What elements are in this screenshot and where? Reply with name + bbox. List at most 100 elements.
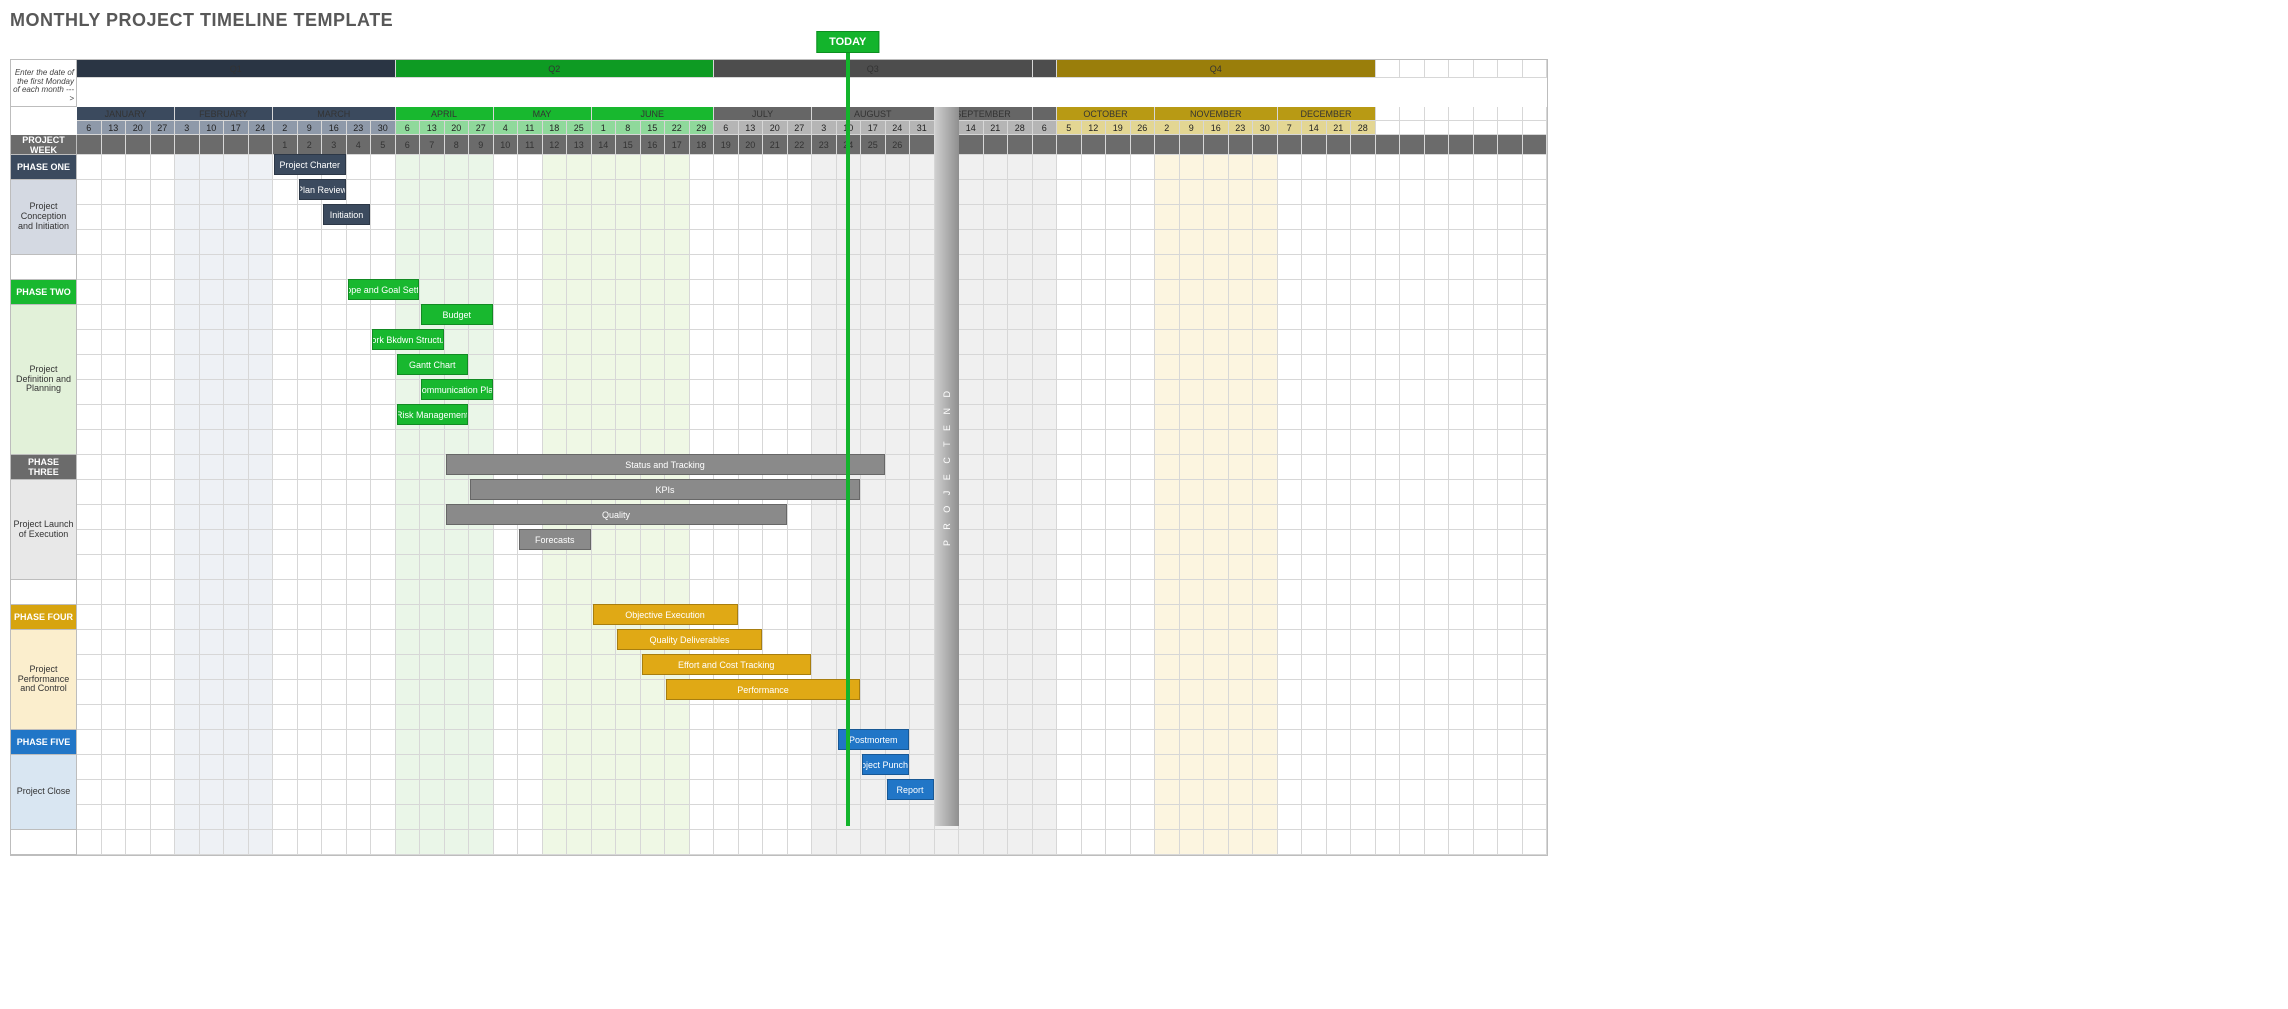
gantt-bar[interactable]: Plan Review [299,179,346,200]
date-header: 14 [1302,121,1327,135]
grid-cell [371,605,396,630]
grid-cell [224,705,249,730]
gantt-bar[interactable]: Objective Execution [593,604,738,625]
grid-cell [665,305,690,330]
grid-cell [616,680,641,705]
grid-cell [1229,230,1254,255]
grid-cell [1106,730,1131,755]
grid-cell [1474,705,1499,730]
grid-cell [959,305,984,330]
grid-cell [347,730,372,755]
grid-cell [1278,655,1303,680]
gantt-bar[interactable]: Project Punchlist [862,754,909,775]
grid-cell [592,405,617,430]
grid-cell [1474,655,1499,680]
grid-cell [886,505,911,530]
grid-cell [1253,605,1278,630]
grid-cell [1082,430,1107,455]
gantt-bar[interactable]: Performance [666,679,860,700]
gantt-bar[interactable]: Quality [446,504,787,525]
gantt-bar[interactable]: Communication Plan [421,379,493,400]
grid-cell [1229,780,1254,805]
grid-cell [910,505,935,530]
grid-cell [1106,755,1131,780]
gantt-bar[interactable]: Risk Management [397,404,469,425]
grid-cell [518,805,543,830]
grid-cell [1082,455,1107,480]
grid-cell [641,530,666,555]
grid-cell [935,380,960,405]
grid-cell [298,580,323,605]
grid-cell [739,430,764,455]
grid-cell [690,355,715,380]
grid-cell [543,305,568,330]
grid-cell [494,380,519,405]
grid-cell [518,780,543,805]
grid-cell [959,580,984,605]
grid-cell [469,280,494,305]
gantt-bar[interactable]: Quality Deliverables [617,629,762,650]
grid-cell [102,330,127,355]
gantt-bar[interactable]: Initiation [323,204,370,225]
grid-cell [1155,255,1180,280]
grid-cell [739,380,764,405]
gantt-bar[interactable]: Project Charter [274,154,346,175]
grid-cell [739,755,764,780]
grid-cell [200,555,225,580]
grid-cell [763,355,788,380]
grid-cell [1033,605,1058,630]
grid-cell [322,455,347,480]
grid-cell [690,705,715,730]
grid-cell [1057,255,1082,280]
grid-cell [1229,355,1254,380]
grid-cell [1449,730,1474,755]
grid-cell [494,305,519,330]
grid-cell [1229,180,1254,205]
grid-cell [935,530,960,555]
grid-cell [1082,180,1107,205]
gantt-bar[interactable]: Report [887,779,934,800]
grid-cell [445,155,470,180]
grid-cell [690,155,715,180]
grid-cell [1082,830,1107,855]
grid-cell [1498,280,1523,305]
grid-cell [1523,430,1548,455]
grid-cell [200,505,225,530]
grid-cell [518,230,543,255]
grid-cell [1057,430,1082,455]
gantt-bar[interactable]: Forecasts [519,529,591,550]
gantt-bar[interactable]: Gantt Chart [397,354,469,375]
gantt-bar[interactable]: Status and Tracking [446,454,885,475]
grid-cell [1033,680,1058,705]
grid-cell [739,255,764,280]
grid-cell [151,455,176,480]
quarter-header: Q2 [396,60,715,78]
week-number [1082,135,1107,155]
gantt-bar[interactable]: Budget [421,304,493,325]
grid-cell [273,805,298,830]
grid-cell [371,305,396,330]
gantt-bar[interactable]: Postmortem [838,729,910,750]
week-number [1523,135,1548,155]
grid-cell [984,405,1009,430]
grid-cell [200,755,225,780]
grid-cell [518,330,543,355]
gantt-bar[interactable]: KPIs [470,479,860,500]
grid-cell [886,205,911,230]
grid-cell [420,230,445,255]
grid-cell [1008,830,1033,855]
gantt-bar[interactable]: Scope and Goal Setting [348,279,420,300]
grid-cell [224,630,249,655]
grid-cell [1278,680,1303,705]
grid-cell [665,755,690,780]
grid-cell [518,730,543,755]
grid-cell [1008,330,1033,355]
grid-cell [1400,705,1425,730]
date-header: 7 [935,121,960,135]
grid-cell [77,780,102,805]
gantt-bar[interactable]: Work Bkdwn Structure [372,329,444,350]
week-number [1425,135,1450,155]
grid-cell [249,755,274,780]
grid-cell [1229,605,1254,630]
gantt-bar[interactable]: Effort and Cost Tracking [642,654,812,675]
